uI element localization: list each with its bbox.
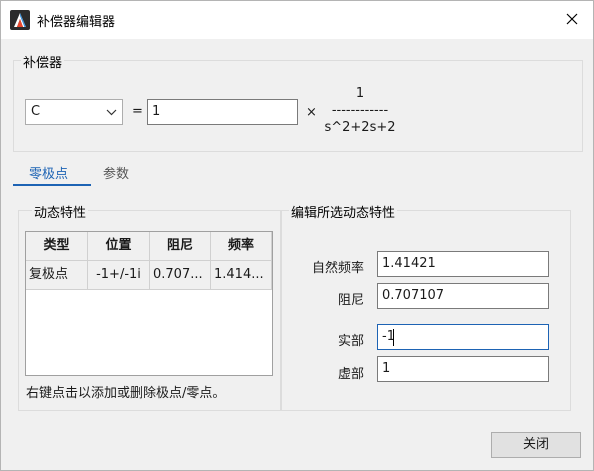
compensator-type-dropdown[interactable]: C (25, 99, 123, 125)
cell-type: 复极点 (26, 261, 88, 290)
tf-numerator: 1 (355, 86, 365, 101)
window-title: 补偿器编辑器 (37, 15, 116, 30)
damping-label: 阻尼 (337, 293, 364, 308)
natural-frequency-label: 自然频率 (311, 261, 364, 276)
equals-sign: = (132, 104, 143, 119)
natural-frequency-field[interactable]: 1.41421 (377, 251, 549, 277)
active-tab-indicator (13, 184, 91, 186)
table-hint: 右键点击以添加或删除极点/零点。 (26, 386, 226, 401)
column-header-type[interactable]: 类型 (26, 232, 88, 261)
table-header-row: 类型 位置 阻尼 频率 (26, 232, 272, 261)
compensator-editor-window: 补偿器编辑器 补偿器 C = 1 × 1 ------------ s^2+2s… (0, 0, 594, 471)
chevron-down-icon (106, 109, 117, 116)
tf-denominator: s^2+2s+2 (324, 120, 396, 135)
gain-input[interactable]: 1 (147, 99, 298, 125)
dynamics-table: 类型 位置 阻尼 频率 复极点 -1+/-1i 0.707... 1.414..… (25, 231, 273, 376)
tf-fraction-bar: ------------ (331, 103, 389, 118)
column-header-location[interactable]: 位置 (88, 232, 150, 261)
cell-frequency: 1.414... (211, 261, 272, 290)
tab-zero-pole[interactable]: 零极点 (29, 163, 68, 185)
tab-parameters[interactable]: 参数 (103, 163, 129, 185)
imaginary-part-value: 1 (382, 361, 391, 376)
natural-frequency-value: 1.41421 (382, 256, 436, 271)
app-logo-icon (10, 10, 30, 30)
damping-value: 0.707107 (382, 288, 445, 303)
transfer-function: 1 ------------ s^2+2s+2 (317, 85, 403, 136)
compensator-type-value: C (31, 104, 41, 119)
dynamics-group-title: 动态特性 (32, 202, 89, 221)
times-sign: × (306, 105, 317, 120)
gain-value: 1 (152, 104, 161, 119)
cell-damping: 0.707... (150, 261, 211, 290)
column-header-frequency[interactable]: 频率 (211, 232, 272, 261)
column-header-damping[interactable]: 阻尼 (150, 232, 211, 261)
real-part-field[interactable]: -1 (377, 324, 549, 350)
imaginary-part-label: 虚部 (337, 367, 364, 382)
close-button[interactable]: 关闭 (491, 432, 581, 458)
title-bar: 补偿器编辑器 (1, 1, 593, 39)
close-icon[interactable] (561, 10, 583, 30)
damping-field[interactable]: 0.707107 (377, 283, 549, 309)
table-row[interactable]: 复极点 -1+/-1i 0.707... 1.414... (26, 261, 272, 290)
imaginary-part-field[interactable]: 1 (377, 356, 549, 382)
cell-location: -1+/-1i (88, 261, 150, 290)
real-part-label: 实部 (337, 334, 364, 349)
compensator-group-title: 补偿器 (21, 52, 65, 71)
text-caret (393, 329, 394, 346)
edit-dynamics-group-title: 编辑所选动态特性 (289, 202, 398, 221)
